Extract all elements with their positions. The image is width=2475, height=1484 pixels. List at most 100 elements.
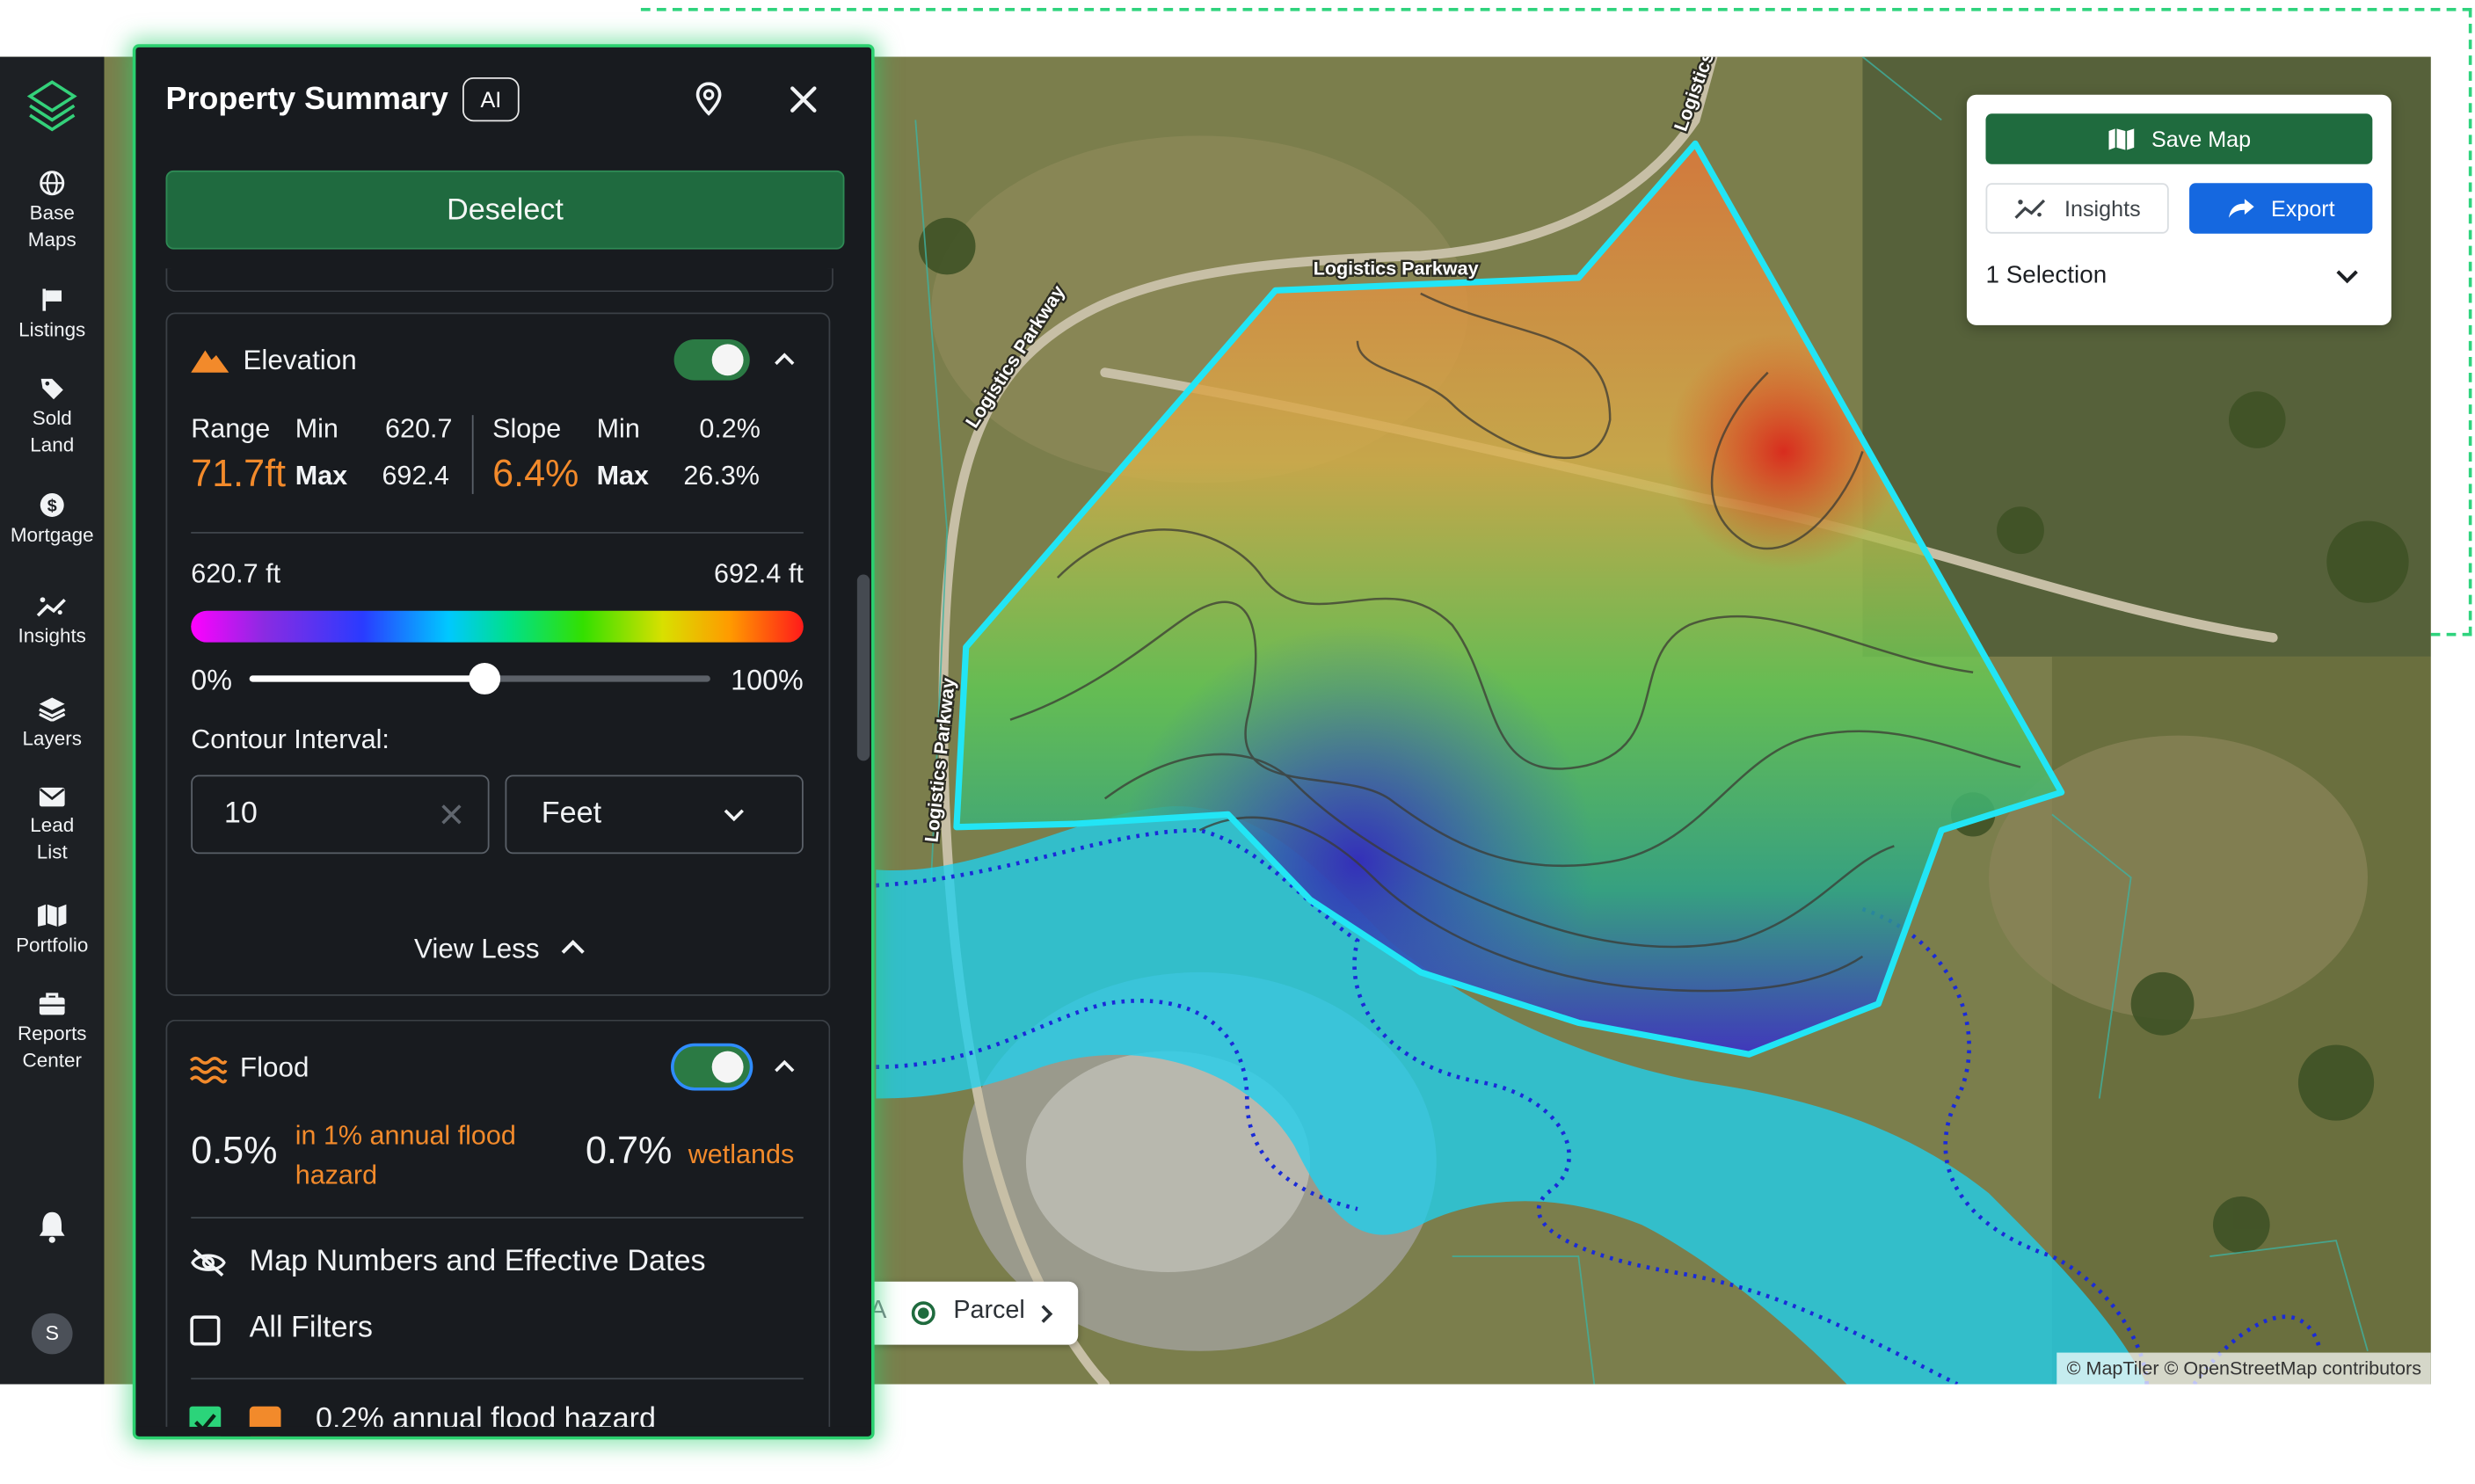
toggle-knob: [711, 1051, 744, 1083]
nav-insights[interactable]: Insights: [0, 593, 104, 651]
view-less-button[interactable]: View Less: [167, 933, 832, 966]
range-min-value: 620.7: [385, 413, 453, 444]
panel-title: Property Summary: [165, 82, 448, 117]
opacity-slider[interactable]: [249, 663, 710, 695]
mountain-icon: [191, 350, 229, 373]
section-divider: [191, 1217, 804, 1218]
share-arrow-icon: [2228, 198, 2254, 218]
flood-card: Flood 0.5% in 1% annual flood hazard 0.7…: [165, 1019, 831, 1437]
wetlands-text: wetlands: [688, 1139, 795, 1170]
map-attribution: © MapTiler © OpenStreetMap contributors: [2056, 1352, 2431, 1385]
page: Logistics Parkway Logistics Parkway Logi…: [0, 0, 2475, 1484]
deselect-button[interactable]: Deselect: [165, 170, 845, 250]
range-max-value: 692.4: [382, 461, 449, 491]
scale-high-label: 692.4 ft: [713, 558, 804, 589]
radio-selected-icon: [911, 1301, 935, 1326]
range-max-label: Max: [295, 461, 348, 491]
map-actions-card: Save Map Insights Export 1 Selection: [1966, 94, 2391, 325]
slope-min-value: 0.2%: [699, 413, 761, 444]
map-icon: [38, 904, 67, 927]
chevron-up-icon[interactable]: [774, 352, 796, 366]
section-divider: [191, 532, 804, 534]
contour-unit-value: Feet: [541, 797, 602, 831]
left-nav-sidebar: Base Maps Listings Sold Land $ Mortgage: [0, 56, 105, 1385]
briefcase-icon: [39, 993, 65, 1015]
nav-label: Reports: [17, 1022, 87, 1045]
parcel-layer-chip[interactable]: A Parcel: [870, 1281, 1079, 1345]
contour-interval-input[interactable]: 10: [191, 775, 490, 855]
chevron-up-icon[interactable]: [774, 1059, 796, 1073]
chevron-down-icon: [2336, 270, 2358, 284]
ai-badge[interactable]: AI: [462, 76, 520, 122]
property-summary-panel: Property Summary AI Deselect Elevation R…: [132, 44, 875, 1440]
elevation-card: Elevation Range Min 620.7 71.7ft Max 692…: [165, 312, 832, 996]
app-logo-icon[interactable]: [26, 79, 77, 136]
flood-hazard-percent: 0.5%: [191, 1130, 278, 1173]
slope-max-label: Max: [596, 461, 650, 491]
waves-icon: [189, 1056, 228, 1084]
clear-icon[interactable]: [440, 804, 462, 826]
slope-label: Slope: [492, 413, 562, 444]
panel-bottom-mask: [135, 1426, 872, 1437]
view-less-label: View Less: [413, 933, 540, 964]
close-icon[interactable]: [790, 85, 818, 113]
nav-lead-list[interactable]: Lead List: [0, 786, 104, 867]
nav-label: List: [36, 840, 68, 864]
flag-icon: [42, 288, 62, 311]
tag-icon: [40, 378, 63, 400]
nav-base-maps[interactable]: Base Maps: [0, 171, 104, 254]
range-value: 71.7ft: [191, 453, 287, 496]
opacity-min-label: 0%: [191, 664, 232, 696]
parcel-label: Parcel: [953, 1297, 1025, 1325]
opacity-max-label: 100%: [731, 664, 804, 696]
bell-icon[interactable]: [36, 1209, 68, 1243]
nav-label: Listings: [18, 318, 86, 341]
slope-max-value: 26.3%: [683, 461, 760, 491]
contour-interval-label: Contour Interval:: [191, 724, 389, 755]
all-filters-label: All Filters: [249, 1311, 373, 1345]
range-label: Range: [191, 413, 271, 444]
opacity-slider-fill: [249, 675, 484, 682]
panel-scrollbar[interactable]: [856, 574, 870, 761]
save-map-button[interactable]: Save Map: [1985, 113, 2373, 164]
nav-mortgage[interactable]: $ Mortgage: [0, 492, 104, 549]
range-min-label: Min: [295, 413, 338, 444]
nav-layers[interactable]: Layers: [0, 696, 104, 753]
flood-hazard-text: in 1% annual flood hazard: [295, 1116, 516, 1195]
envelope-icon: [39, 787, 65, 807]
map-numbers-label: Map Numbers and Effective Dates: [249, 1245, 706, 1279]
elevation-color-scale: [191, 610, 804, 643]
flood-toggle[interactable]: [673, 1046, 750, 1088]
nav-label: Lead: [30, 814, 75, 837]
elevation-title: Elevation: [243, 344, 357, 376]
insights-button[interactable]: Insights: [1985, 183, 2169, 234]
nav-listings[interactable]: Listings: [0, 287, 104, 345]
nav-label: Layers: [22, 727, 82, 750]
export-button[interactable]: Export: [2189, 183, 2373, 234]
location-pin-icon[interactable]: [695, 82, 723, 116]
nav-portfolio[interactable]: Portfolio: [0, 903, 104, 960]
opacity-slider-thumb[interactable]: [469, 663, 500, 695]
dollar-icon: $: [40, 493, 64, 517]
checkbox-empty-icon: [190, 1315, 221, 1346]
previous-card-edge: [165, 268, 833, 293]
chevron-up-icon: [561, 940, 585, 955]
contour-unit-select[interactable]: Feet: [505, 775, 804, 855]
layers-icon: [39, 697, 66, 722]
nav-sold-land[interactable]: Sold Land: [0, 375, 104, 459]
toggle-knob: [711, 344, 744, 376]
nav-label: Mortgage: [10, 524, 94, 547]
globe-icon: [40, 171, 65, 196]
flood-hazard-text-line: in 1% annual flood: [295, 1120, 516, 1151]
avatar[interactable]: S: [31, 1313, 73, 1355]
export-label: Export: [2271, 195, 2335, 222]
nav-label: Portfolio: [16, 934, 89, 957]
nav-reports-center[interactable]: Reports Center: [0, 991, 104, 1074]
flood-hazard-text-line: hazard: [295, 1160, 378, 1190]
svg-text:$: $: [47, 497, 57, 516]
save-map-label: Save Map: [2151, 126, 2252, 152]
elevation-toggle[interactable]: [673, 338, 750, 381]
slope-value: 6.4%: [492, 453, 579, 496]
selection-dropdown[interactable]: 1 Selection: [1985, 262, 2372, 290]
nav-label: Center: [22, 1049, 82, 1073]
